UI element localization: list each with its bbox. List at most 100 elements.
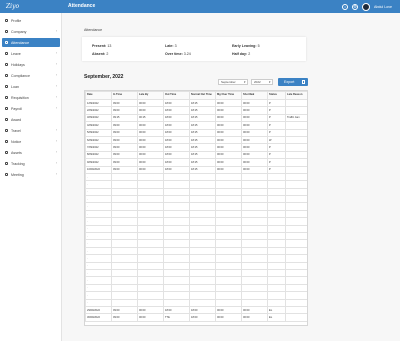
table-row[interactable]: 7/09/2022 09:00 00:00 18:00 18:15 00:00 00:00 P — [85, 143, 307, 152]
table-row[interactable]: - — [85, 254, 307, 263]
table-cell: 00:00 — [215, 135, 242, 145]
holidays-icon — [5, 63, 8, 66]
table-row[interactable]: - — [85, 261, 307, 271]
table-cell — [215, 268, 242, 278]
table-row[interactable]: - — [85, 268, 307, 278]
travel-icon — [5, 129, 8, 132]
table-row[interactable]: 6/09/2022 09:00 00:00 18:00 18:15 00:00 00:00 W — [85, 135, 307, 145]
table-cell: 18:15 — [189, 128, 216, 137]
table-row[interactable]: - — [85, 298, 307, 307]
table-cell — [137, 209, 164, 219]
table-cell — [215, 298, 242, 307]
table-row[interactable]: - — [85, 187, 307, 197]
table-cell — [111, 254, 138, 263]
table-cell — [189, 283, 216, 293]
table-cell: 00:00 — [215, 128, 242, 137]
table-row[interactable]: - — [85, 180, 307, 189]
table-row[interactable]: - — [85, 172, 307, 182]
sidebar-item-label: Travel — [11, 128, 21, 133]
table-cell — [285, 98, 307, 108]
table-row[interactable]: - — [85, 224, 307, 234]
table-cell — [241, 261, 268, 271]
table-cell: 00:00 — [137, 135, 164, 145]
table-cell — [163, 239, 190, 248]
column-header[interactable]: Late Reason — [285, 91, 307, 100]
user-avatar[interactable] — [362, 2, 371, 11]
table-row[interactable]: - — [85, 209, 307, 219]
table-row[interactable]: 10/09/2022 09:00 00:00 18:00 18:15 00:00 00:00… — [85, 165, 307, 174]
table-row[interactable]: 8/09/2022 09:00 00:00 18:00 18:15 00:00 00:00 P — [85, 150, 307, 160]
table-row[interactable]: - — [85, 217, 307, 226]
table-row[interactable]: 9/09/2022 09:00 00:00 18:00 18:15 00:00 00:00 P — [85, 158, 307, 167]
profile-icon — [5, 19, 8, 22]
table-cell — [241, 187, 268, 197]
table-row[interactable]: - — [85, 291, 307, 300]
column-header[interactable]: In Time — [111, 91, 138, 100]
table-row[interactable]: - — [85, 283, 307, 293]
chevron-right-icon: › — [55, 84, 57, 88]
table-row[interactable]: 3/09/2022 09:15 00:15 18:00 18:15 00:00 00:00 P… — [85, 113, 307, 123]
sidebar-item-attendance[interactable]: Attendance — [2, 38, 60, 47]
user-name[interactable]: Abdul Love — [374, 5, 392, 9]
year-select[interactable]: 2022 ▾ — [251, 79, 273, 85]
table-cell: 00:00 — [137, 98, 164, 108]
table-cell — [111, 246, 138, 256]
sidebar-item-loan[interactable]: Loan › — [2, 82, 60, 91]
column-header[interactable]: Date — [85, 91, 112, 100]
sidebar-item-tracking[interactable]: Tracking › — [2, 159, 60, 168]
table-row[interactable]: - — [85, 202, 307, 211]
sidebar-item-requisition[interactable]: Requisition › — [2, 93, 60, 102]
table-row[interactable]: 1/09/2022 09:00 00:00 18:00 18:15 00:00 00:00 P — [85, 98, 307, 108]
table-row[interactable]: 2/09/2022 09:00 00:00 18:00 18:15 00:00 00:00 P — [85, 106, 307, 115]
sidebar-item-travel[interactable]: Travel › — [2, 126, 60, 135]
sidebar-item-assets[interactable]: Assets › — [2, 148, 60, 157]
table-cell — [163, 172, 190, 182]
notification-bell-icon[interactable]: • — [342, 3, 349, 10]
table-cell — [189, 202, 216, 211]
table-row[interactable]: - — [85, 246, 307, 256]
sidebar-item-award[interactable]: Award — [2, 115, 60, 124]
sidebar-item-leave[interactable]: Leave › — [2, 49, 60, 58]
settings-gear-icon[interactable]: ⚙ — [352, 3, 359, 10]
export-button[interactable]: Export — [278, 78, 308, 86]
column-header[interactable]: Shortfaal — [241, 91, 268, 100]
sidebar-item-meeting[interactable]: Meeting › — [2, 170, 60, 179]
chevron-right-icon: › — [55, 95, 57, 99]
sidebar-item-compliance[interactable]: Compliance › — [2, 71, 60, 80]
month-select[interactable]: September ▾ — [218, 79, 248, 85]
table-row[interactable]: - — [85, 232, 307, 241]
table-cell — [285, 254, 307, 263]
table-cell: 18:15 — [189, 165, 216, 174]
table-cell: - — [85, 254, 112, 263]
table-row[interactable]: - — [85, 239, 307, 248]
sidebar-item-profile[interactable]: Profile — [2, 16, 60, 25]
column-header[interactable]: Late By — [137, 91, 164, 100]
table-row[interactable]: 4/09/2022 09:00 00:00 18:00 18:15 00:00 00:00 P — [85, 121, 307, 130]
table-cell — [285, 298, 307, 307]
table-cell — [215, 254, 242, 263]
table-row[interactable]: 29/09/2022 09:00 00:00 18:00 18:00 00:00 00:00… — [85, 305, 307, 315]
table-cell — [163, 298, 190, 307]
table-cell — [285, 305, 307, 315]
table-cell — [137, 172, 164, 182]
table-row[interactable]: - — [85, 276, 307, 285]
column-header[interactable]: Normal Out Time — [189, 91, 216, 100]
present-label: Present: — [92, 44, 107, 48]
column-header[interactable]: Out Time — [163, 91, 190, 100]
table-cell: - — [85, 283, 112, 293]
app-logo[interactable]: Ziyo — [6, 3, 46, 11]
table-row[interactable]: 5/09/2022 09:00 00:00 18:00 18:15 00:00 00:00 P — [85, 128, 307, 137]
table-cell — [189, 261, 216, 271]
column-header[interactable]: Status — [267, 91, 286, 100]
table-cell — [215, 261, 242, 271]
sidebar-item-holidays[interactable]: Holidays › — [2, 60, 60, 69]
table-cell: 18:00 — [163, 128, 190, 137]
column-header[interactable]: Mg Over Time — [215, 91, 242, 100]
table-row[interactable]: - — [85, 195, 307, 204]
overtime-label: Over time: — [165, 52, 183, 56]
table-row[interactable]: 30/09/2022 09:00 00:00 TTE 18:00 00:00 00:00 EL — [85, 313, 307, 322]
sidebar-item-company[interactable]: Company › — [2, 27, 60, 36]
sidebar-item-notice[interactable]: Notice › — [2, 137, 60, 146]
sidebar-item-payroll[interactable]: Payroll › — [2, 104, 60, 113]
table-cell — [163, 261, 190, 271]
